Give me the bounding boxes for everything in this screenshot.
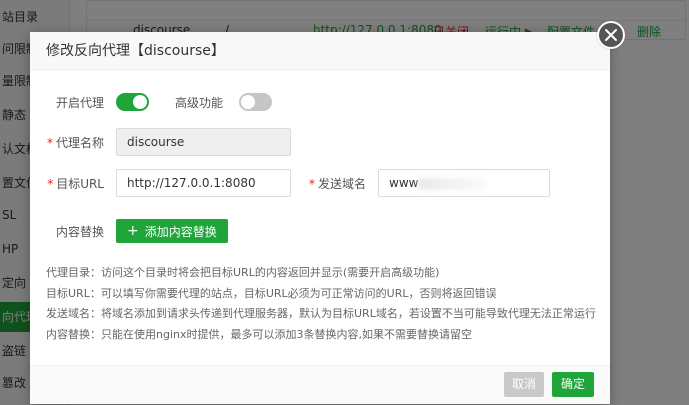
toggle-knob <box>241 95 255 109</box>
close-icon-glyph <box>605 29 617 41</box>
send-domain-value: www <box>389 176 419 190</box>
target-url-row: * 目标URL http://127.0.0.1:8080 * 发送域名 www <box>30 168 550 198</box>
help-line: 发送域名：将域名添加到请求头传递到代理服务器，默认为目标URL域名，若设置不当可… <box>46 307 596 320</box>
help-text: 代理目录：访问这个目录时将会把目标URL的内容返回并显示(需要开启高级功能) 目… <box>46 263 606 345</box>
add-content-replace-button[interactable]: + 添加内容替换 <box>116 219 228 243</box>
switch-row: 开启代理 高级功能 <box>30 87 272 117</box>
advanced-label: 高级功能 <box>174 95 223 110</box>
required-mark: * <box>46 135 53 150</box>
close-button[interactable] <box>597 21 625 49</box>
plus-icon: + <box>127 223 139 239</box>
help-line: 目标URL：可以填写你需要代理的站点，目标URL必须为可正常访问的URL，否则将… <box>46 286 497 300</box>
send-domain-input[interactable]: www <box>378 169 550 197</box>
redacted-text <box>418 177 489 190</box>
send-domain-label: 发送域名 <box>317 176 366 191</box>
edit-proxy-dialog: 修改反向代理【discourse】 开启代理 高级功能 * 代理名称 discou… <box>30 32 610 404</box>
dialog-footer: 取消 确定 <box>30 365 610 404</box>
target-url-input[interactable]: http://127.0.0.1:8080 <box>116 169 291 197</box>
confirm-button[interactable]: 确定 <box>552 372 594 397</box>
send-domain-label-wrap: * 发送域名 <box>291 175 378 192</box>
target-url-label: 目标URL <box>56 176 104 191</box>
required-mark: * <box>47 176 54 191</box>
target-url-label-wrap: * 目标URL <box>30 175 116 192</box>
advanced-toggle[interactable] <box>239 93 272 111</box>
add-content-replace-label: 添加内容替换 <box>144 224 217 239</box>
close-icon <box>599 23 623 47</box>
dialog-title: 修改反向代理【discourse】 <box>30 32 610 70</box>
help-line: 内容替换：只能在使用nginx时提供，最多可以添加3条替换内容,如果不需要替换请… <box>46 327 472 341</box>
enable-proxy-label: 开启代理 <box>55 95 104 110</box>
toggle-knob <box>133 95 147 109</box>
proxy-name-row: * 代理名称 discourse <box>30 127 291 157</box>
cancel-button[interactable]: 取消 <box>504 372 544 397</box>
content-replace-label: 内容替换 <box>55 224 104 239</box>
proxy-name-label-wrap: * 代理名称 <box>30 134 116 151</box>
enable-proxy-toggle[interactable] <box>116 93 149 111</box>
proxy-name-label: 代理名称 <box>55 135 104 150</box>
required-mark: * <box>308 176 315 191</box>
help-line: 代理目录：访问这个目录时将会把目标URL的内容返回并显示(需要开启高级功能) <box>46 266 440 279</box>
proxy-name-input[interactable]: discourse <box>116 128 291 156</box>
content-replace-row: 内容替换 + 添加内容替换 <box>30 216 228 246</box>
